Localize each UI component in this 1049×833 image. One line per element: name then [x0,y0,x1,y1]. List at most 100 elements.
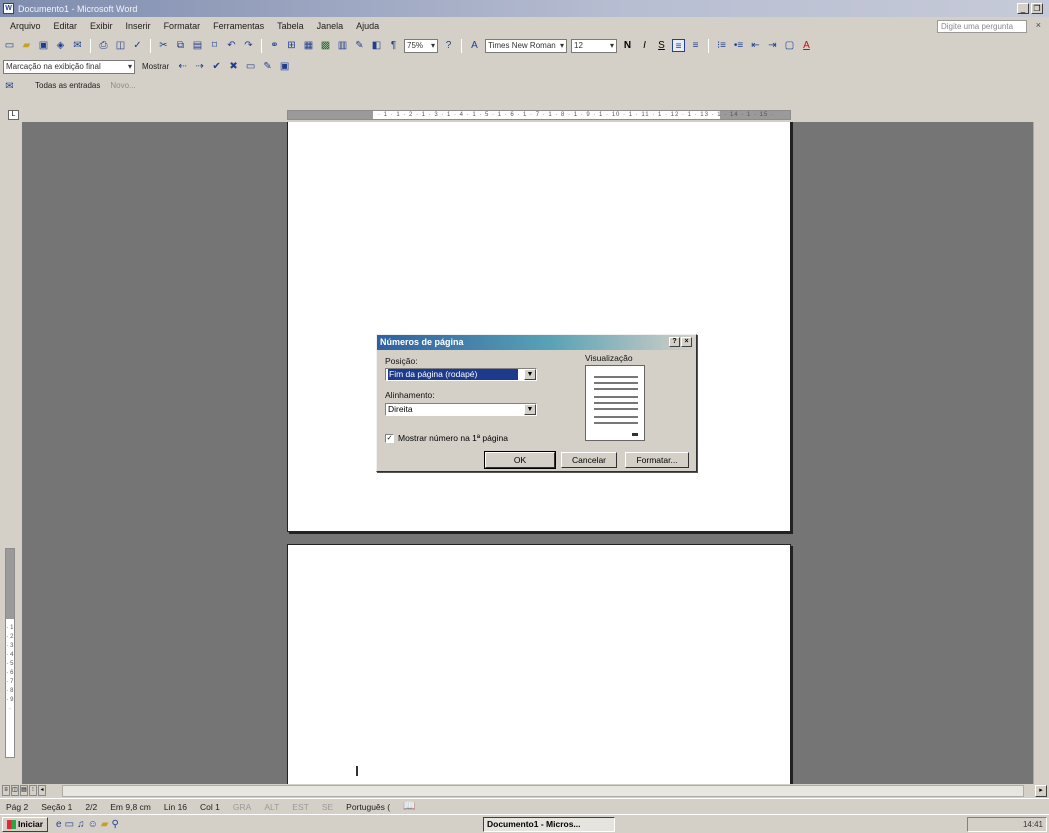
all-entries-menu[interactable]: Todas as entradas [32,79,103,93]
menu-editar[interactable]: Editar [54,21,78,31]
status-track-changes[interactable]: ALT [264,802,279,812]
word-icon[interactable]: W [3,3,14,14]
save-icon[interactable]: ▣ [37,39,50,52]
align-center-icon[interactable]: ≡ [689,39,702,52]
start-button[interactable]: Iniciar [2,816,49,832]
paste-icon[interactable]: ▤ [191,39,204,52]
position-select[interactable]: Fim da página (rodapé) ▼ [385,368,537,381]
increase-indent-icon[interactable]: ⇥ [766,39,779,52]
insert-comment-icon[interactable]: ▭ [244,60,257,73]
cancel-button[interactable]: Cancelar [561,452,617,468]
dialog-help-button[interactable]: ? [669,337,680,347]
styles-icon[interactable]: A [468,39,481,52]
folder-icon[interactable]: ▰ [101,819,109,830]
show-desktop-icon[interactable]: ▭ [65,819,74,830]
columns-icon[interactable]: ▥ [336,39,349,52]
open-icon[interactable]: ▰ [20,39,33,52]
format-button[interactable]: Formatar... [625,452,689,468]
bold-button[interactable]: N [621,39,634,52]
font-color-icon[interactable]: A [800,39,813,52]
vertical-ruler[interactable]: · 1 · 2 · 3 · 4 · 5 · 6 · 7 · 8 · 9 · [5,548,15,758]
status-macro-record[interactable]: GRA [233,802,251,812]
bullets-icon[interactable]: •≡ [732,39,745,52]
insert-table-icon[interactable]: ▦ [302,39,315,52]
horizontal-ruler[interactable]: · 1 · 1 · 2 · 1 · 3 · 1 · 4 · 1 · 5 · 1 … [287,110,791,120]
status-extend[interactable]: EST [292,802,309,812]
menu-ferramentas[interactable]: Ferramentas [213,21,264,31]
cut-icon[interactable]: ✂ [157,39,170,52]
show-hide-icon[interactable]: ¶ [387,39,400,52]
menu-arquivo[interactable]: Arquivo [10,21,41,31]
new-icon[interactable]: ▭ [3,39,16,52]
search-icon[interactable]: ⚲ [111,819,118,830]
drawing-icon[interactable]: ✎ [353,39,366,52]
display-for-review-combo[interactable]: Marcação na exibição final [3,59,135,74]
menu-tabela[interactable]: Tabela [277,21,304,31]
spelling-icon[interactable]: ✓ [131,39,144,52]
print-layout-button[interactable]: ▤ [20,785,28,796]
document-map-icon[interactable]: ◧ [370,39,383,52]
outline-view-button[interactable]: ⁝ [29,785,37,796]
print-icon[interactable]: ⎙ [97,39,110,52]
status-overtype[interactable]: SE [322,802,333,812]
clock[interactable]: 14:41 [1023,820,1043,829]
taskbar-word-button[interactable]: Documento1 - Micros... [483,817,615,832]
accept-change-icon[interactable]: ✔ [210,60,223,73]
new-entry-button[interactable]: Novo... [107,79,138,93]
scroll-left-button[interactable]: ◂ [38,785,46,796]
copy-icon[interactable]: ⧉ [174,39,187,52]
status-language[interactable]: Português ( [346,802,390,812]
web-view-button[interactable]: ◫ [11,785,19,796]
permission-icon[interactable]: ◈ [54,39,67,52]
alignment-select[interactable]: Direita ▼ [385,403,537,416]
print-preview-icon[interactable]: ◫ [114,39,127,52]
help-icon[interactable]: ? [442,39,455,52]
spelling-status-icon[interactable]: 📖 [403,801,415,812]
redo-icon[interactable]: ↷ [242,39,255,52]
vertical-scrollbar[interactable] [1033,122,1049,784]
menu-ajuda[interactable]: Ajuda [356,21,379,31]
track-changes-icon[interactable]: ✎ [261,60,274,73]
close-document-icon[interactable]: × [1036,20,1041,30]
autotext-icon[interactable]: ✉ [3,80,16,93]
next-change-icon[interactable]: ⇢ [193,60,206,73]
email-icon[interactable]: ✉ [71,39,84,52]
align-left-icon[interactable]: ≡ [672,39,685,52]
numbering-icon[interactable]: ⁝≡ [715,39,728,52]
dialog-close-button[interactable]: × [681,337,692,347]
menu-exibir[interactable]: Exibir [90,21,113,31]
chevron-down-icon[interactable]: ▼ [524,404,536,415]
excel-icon[interactable]: ▩ [319,39,332,52]
normal-view-button[interactable]: ≡ [2,785,10,796]
font-size-combo[interactable]: 12 [571,38,617,53]
restore-button[interactable]: ❐ [1031,3,1043,14]
italic-button[interactable]: I [638,39,651,52]
underline-button[interactable]: S [655,39,668,52]
messenger-icon[interactable]: ☺ [88,819,98,830]
font-combo[interactable]: Times New Roman [485,38,567,53]
show-number-first-page-checkbox[interactable]: ✓ Mostrar número na 1ª página [385,433,508,443]
decrease-indent-icon[interactable]: ⇤ [749,39,762,52]
zoom-combo[interactable]: 75% [404,38,438,53]
minimize-button[interactable]: _ [1017,3,1029,14]
help-question-input[interactable]: Digite uma pergunta [937,20,1027,33]
show-markup-menu[interactable]: Mostrar [139,60,172,74]
menu-janela[interactable]: Janela [317,21,344,31]
border-icon[interactable]: ▢ [783,39,796,52]
tab-selector-icon[interactable]: L [8,110,19,120]
media-player-icon[interactable]: ♫ [77,819,85,830]
scroll-right-button[interactable]: ▸ [1035,785,1047,797]
ok-button[interactable]: OK [484,451,556,469]
chevron-down-icon[interactable]: ▼ [524,369,536,380]
undo-icon[interactable]: ↶ [225,39,238,52]
menu-formatar[interactable]: Formatar [164,21,201,31]
reject-change-icon[interactable]: ✖ [227,60,240,73]
horizontal-scrollbar[interactable] [62,785,1024,797]
internet-explorer-icon[interactable]: e [56,819,62,830]
document-page-2[interactable] [287,544,791,784]
menu-inserir[interactable]: Inserir [126,21,151,31]
format-painter-icon[interactable]: ⌑ [208,39,221,52]
checkbox-check-icon[interactable]: ✓ [385,433,394,443]
previous-change-icon[interactable]: ⇠ [176,60,189,73]
tables-icon[interactable]: ⊞ [285,39,298,52]
